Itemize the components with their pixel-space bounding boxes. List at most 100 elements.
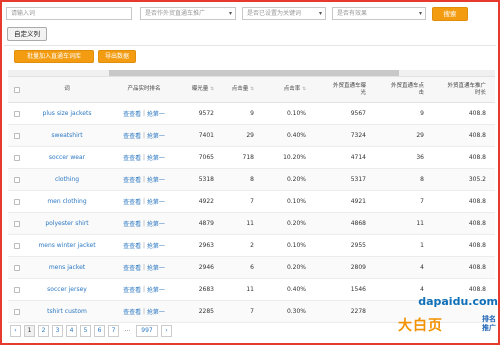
header-clicks[interactable]: 点击量 ⇅ xyxy=(220,77,260,102)
promotion-select[interactable]: 是否作外贸直通车推广 ▾ xyxy=(140,7,236,20)
rank-grab-link[interactable]: 抢第一 xyxy=(147,197,165,206)
rank-grab-link[interactable]: 抢第一 xyxy=(147,307,165,316)
rank-grab-link[interactable]: 抢第一 xyxy=(147,285,165,294)
keyword-link[interactable]: mens jacket xyxy=(22,257,112,278)
page-last[interactable]: 997 xyxy=(136,325,158,337)
effect-select[interactable]: 是否有效果 ▾ xyxy=(332,7,426,20)
table-row: polyester shirt 查查看 | 抢第一 4879 11 0.20% 4868 1… xyxy=(8,213,495,235)
header-word: 词 xyxy=(64,86,70,92)
f-clicks-cell: 36 xyxy=(416,154,424,161)
page-4[interactable]: 4 xyxy=(66,325,77,337)
rank-grab-link[interactable]: 抢第一 xyxy=(147,131,165,140)
f-impressions-cell: 7324 xyxy=(350,132,366,139)
divider xyxy=(4,45,496,46)
f-duration-cell: 408.8 xyxy=(468,220,486,227)
page-3[interactable]: 3 xyxy=(52,325,63,337)
table-row: sweatshirt 查查看 | 抢第一 7401 29 0.40% 7324 29 408.… xyxy=(8,125,495,147)
search-input[interactable]: 请输入词 xyxy=(6,7,132,20)
page-ellipsis: ... xyxy=(122,325,133,337)
keyword-link[interactable]: tshirt custom xyxy=(22,301,112,322)
page-2[interactable]: 2 xyxy=(38,325,49,337)
header-f-impressions[interactable]: 外贸直通车曝光 xyxy=(312,77,372,102)
f-impressions-cell: 1546 xyxy=(350,286,366,293)
keyword-link[interactable]: sweatshirt xyxy=(22,125,112,146)
rank-view-link[interactable]: 查查看 xyxy=(123,263,141,272)
checkbox-icon xyxy=(14,154,20,161)
rank-grab-link[interactable]: 抢第一 xyxy=(147,219,165,228)
f-impressions-cell: 4921 xyxy=(350,198,366,205)
batch-add-button[interactable]: 批量加入直通车词库 xyxy=(14,50,94,63)
ctr-cell: 0.30% xyxy=(286,308,306,315)
rank-view-link[interactable]: 查查看 xyxy=(123,109,141,118)
f-duration-cell: 408.8 xyxy=(468,264,486,271)
export-button[interactable]: 导出数据 xyxy=(98,50,136,63)
impressions-cell: 4879 xyxy=(198,220,214,227)
table-row: men clothing 查查看 | 抢第一 4922 7 0.10% 4921 7 408.… xyxy=(8,191,495,213)
f-impressions-cell: 2278 xyxy=(350,308,366,315)
rank-view-link[interactable]: 查查看 xyxy=(123,131,141,140)
effect-select-label: 是否有效果 xyxy=(337,10,368,17)
ctr-cell: 0.40% xyxy=(286,286,306,293)
prev-page-button[interactable]: ‹ xyxy=(10,325,21,337)
header-f-impressions-label: 外贸直通车曝光 xyxy=(332,82,366,96)
f-clicks-cell: 29 xyxy=(416,132,424,139)
f-impressions-cell: 2955 xyxy=(350,242,366,249)
rank-grab-link[interactable]: 抢第一 xyxy=(147,241,165,250)
f-duration-cell: 408.8 xyxy=(468,198,486,205)
rank-grab-link[interactable]: 抢第一 xyxy=(147,263,165,272)
header-ctr[interactable]: 点击率 ⇅ xyxy=(260,77,312,102)
search-button[interactable]: 搜索 xyxy=(432,7,468,21)
f-clicks-cell: 4 xyxy=(420,264,424,271)
header-impressions[interactable]: 曝光量 ⇅ xyxy=(176,77,220,102)
f-duration-cell: 408.8 xyxy=(468,154,486,161)
header-f-clicks[interactable]: 外贸直通车点击 xyxy=(372,77,430,102)
checkbox-icon xyxy=(14,86,20,93)
keyword-link[interactable]: men clothing xyxy=(22,191,112,212)
rank-actions: 查查看 | 抢第一 xyxy=(112,301,176,322)
ctr-cell: 0.10% xyxy=(286,242,306,249)
rank-actions: 查查看 | 抢第一 xyxy=(112,103,176,124)
custom-columns-button[interactable]: 自定义列 xyxy=(7,27,47,41)
sort-icon: ⇅ xyxy=(302,87,306,92)
rank-grab-link[interactable]: 抢第一 xyxy=(147,175,165,184)
clicks-cell: 11 xyxy=(246,220,254,227)
keyword-link[interactable]: soccer jersey xyxy=(22,279,112,300)
clicks-cell: 2 xyxy=(250,242,254,249)
clicks-cell: 11 xyxy=(246,286,254,293)
rank-actions: 查查看 | 抢第一 xyxy=(112,147,176,168)
keyword-link[interactable]: mens winter jacket xyxy=(22,235,112,256)
f-duration-cell: 305.2 xyxy=(468,176,486,183)
f-impressions-cell: 4868 xyxy=(350,220,366,227)
rank-view-link[interactable]: 查查看 xyxy=(123,285,141,294)
rank-grab-link[interactable]: 抢第一 xyxy=(147,153,165,162)
page-1[interactable]: 1 xyxy=(24,325,35,337)
impressions-cell: 7401 xyxy=(198,132,214,139)
ctr-cell: 10.20% xyxy=(283,154,306,161)
keyword-link[interactable]: clothing xyxy=(22,169,112,190)
rank-view-link[interactable]: 查查看 xyxy=(123,153,141,162)
checkbox-icon xyxy=(14,132,20,139)
page-7[interactable]: 7 xyxy=(108,325,119,337)
keyword-link[interactable]: polyester shirt xyxy=(22,213,112,234)
rank-view-link[interactable]: 查查看 xyxy=(123,175,141,184)
keyword-link[interactable]: plus size jackets xyxy=(22,103,112,124)
rank-view-link[interactable]: 查查看 xyxy=(123,241,141,250)
ctr-cell: 0.10% xyxy=(286,110,306,117)
impressions-cell: 2946 xyxy=(198,264,214,271)
keyword-link[interactable]: soccer wear xyxy=(22,147,112,168)
rank-actions: 查查看 | 抢第一 xyxy=(112,191,176,212)
header-f-duration[interactable]: 外贸直通车推广时长 xyxy=(430,77,492,102)
next-page-button[interactable]: › xyxy=(161,325,172,337)
rank-actions: 查查看 | 抢第一 xyxy=(112,213,176,234)
checkbox-icon xyxy=(14,110,20,117)
page-6[interactable]: 6 xyxy=(94,325,105,337)
rank-view-link[interactable]: 查查看 xyxy=(123,307,141,316)
rank-grab-link[interactable]: 抢第一 xyxy=(147,109,165,118)
page-5[interactable]: 5 xyxy=(80,325,91,337)
rank-actions: 查查看 | 抢第一 xyxy=(112,169,176,190)
rank-view-link[interactable]: 查查看 xyxy=(123,219,141,228)
rank-view-link[interactable]: 查查看 xyxy=(123,197,141,206)
table-header: 词 产品实时排名 曝光量 ⇅ 点击量 ⇅ 点击率 ⇅ 外贸直通车曝光 外贸直通车点击 … xyxy=(8,76,495,103)
impressions-cell: 2963 xyxy=(198,242,214,249)
keyword-select[interactable]: 是否已设置为关键词 ▾ xyxy=(242,7,326,20)
